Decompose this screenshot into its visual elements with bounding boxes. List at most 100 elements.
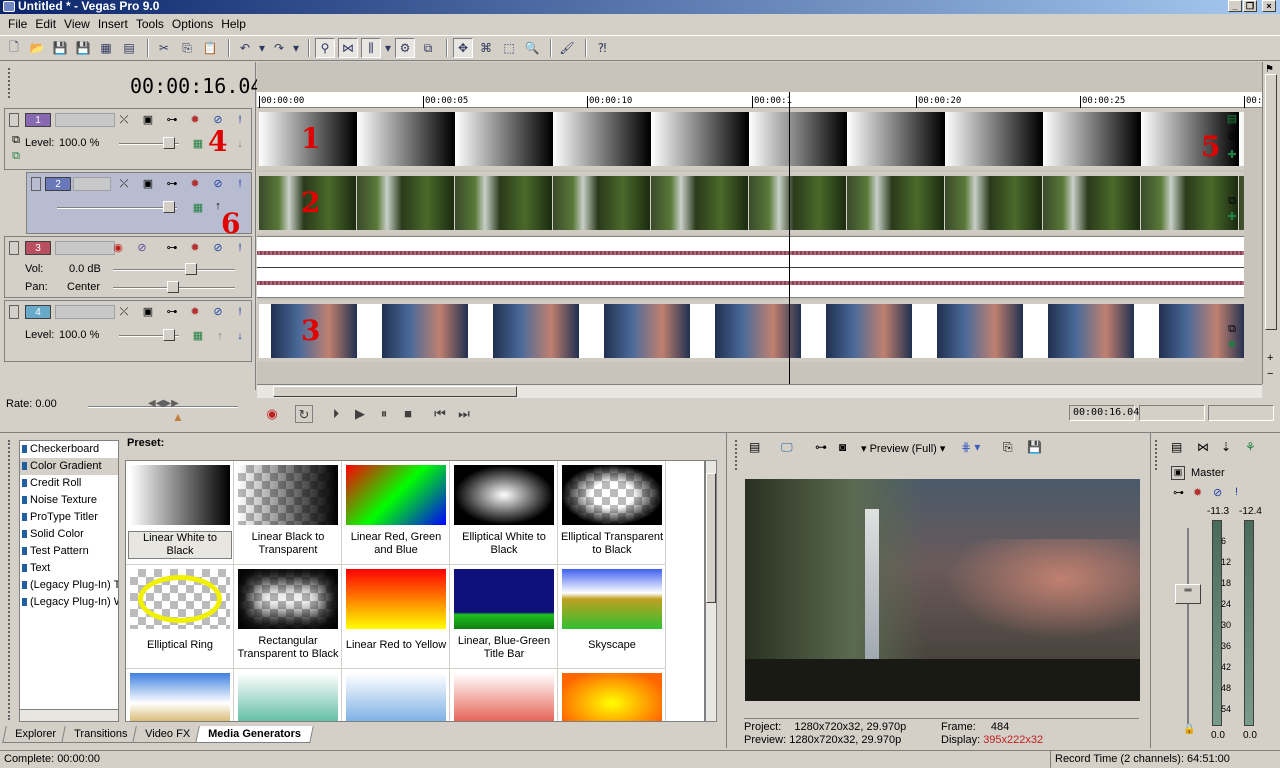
go-to-end-icon[interactable]: ⏭ [455, 405, 473, 423]
menu-help[interactable]: Help [217, 17, 250, 31]
grip-handle[interactable] [1155, 440, 1159, 470]
preset-cell[interactable]: Skyscape [558, 565, 666, 669]
generator-item[interactable]: (Legacy Plug-In) W [20, 594, 118, 611]
track-fx-icon[interactable]: ✹ [188, 113, 202, 127]
scroll-thumb[interactable] [706, 473, 716, 603]
generator-item[interactable]: Text [20, 560, 118, 577]
selection-length-field[interactable] [1208, 405, 1274, 421]
bus-fx-icon[interactable]: ⚘ [1245, 440, 1256, 454]
stop-icon[interactable]: ■ [399, 405, 417, 423]
normal-edit-tool-icon[interactable]: ✥ [453, 38, 473, 58]
compositing-mode-icon[interactable]: ▦ [191, 201, 205, 215]
open-folder-icon[interactable]: 📂 [27, 38, 47, 58]
zoom-edit-tool-icon[interactable]: 🔍 [522, 38, 542, 58]
track-name-field[interactable] [55, 113, 115, 127]
downmix-icon[interactable]: ⋈ [1197, 440, 1209, 454]
tab-transitions[interactable]: Transitions [61, 726, 141, 743]
menu-insert[interactable]: Insert [94, 17, 132, 31]
pan-crop-icon[interactable]: ⧉ [1225, 194, 1239, 208]
track-name-field[interactable] [73, 177, 111, 191]
undo-dropdown-icon[interactable]: ▾ [258, 38, 266, 58]
event-fx-icon[interactable]: ✚ [1225, 210, 1239, 224]
loop-playback-icon[interactable]: ↻ [295, 405, 313, 423]
timeline-horizontal-scrollbar[interactable] [257, 384, 1262, 398]
menu-view[interactable]: View [60, 17, 94, 31]
make-compositing-parent-icon[interactable]: ↑ [213, 329, 227, 343]
pan-slider-thumb[interactable] [167, 281, 179, 293]
zoom-out-icon[interactable]: − [1267, 368, 1273, 380]
play-from-start-icon[interactable]: ⏵ [327, 405, 345, 423]
track-lane-1[interactable]: 1 5 ▤ ⧉ ✚ [257, 108, 1244, 170]
close-button[interactable]: × [1262, 0, 1276, 12]
track-name-field[interactable] [55, 241, 115, 255]
mute-icon[interactable]: ⊘ [211, 241, 225, 255]
invert-phase-icon[interactable]: ⊘ [135, 241, 149, 255]
solo-icon[interactable]: ! [233, 177, 247, 191]
menu-file[interactable]: File [4, 17, 31, 31]
generated-media-icon[interactable]: ▤ [1225, 112, 1239, 126]
cut-icon[interactable]: ✂ [154, 38, 174, 58]
split-screen-icon[interactable]: ⊶ [815, 440, 827, 454]
preview-properties-icon[interactable]: ▤ [749, 440, 760, 454]
track-header-4[interactable]: 4 ⤫ ▣ ⊶ ✹ ⊘ ! Level: 100.0 % ▦ ↑ ↓ [4, 300, 252, 362]
ignore-grouping-icon[interactable]: ⧉ [418, 38, 438, 58]
zoom-in-icon[interactable]: + [1267, 352, 1273, 364]
track-motion-icon[interactable]: ⤫ [117, 113, 131, 127]
preset-cell[interactable]: Linear Black to Transparent [234, 461, 342, 565]
enable-snapping-icon[interactable]: ⚲ [315, 38, 335, 58]
compositing-mode-icon[interactable]: ▦ [191, 137, 205, 151]
timeline-vertical-scrollbar[interactable]: ⚑ + − [1262, 62, 1280, 384]
mute-icon[interactable]: ⊘ [211, 305, 225, 319]
grip-handle[interactable] [8, 440, 12, 720]
overlays-icon[interactable]: ⋕ ▾ [961, 440, 980, 454]
make-compositing-child-icon[interactable]: ↓ [233, 137, 247, 151]
track-minimize-icon[interactable] [31, 177, 41, 191]
preset-cell[interactable] [558, 669, 666, 721]
track-name-field[interactable] [55, 305, 115, 319]
ripple-dropdown-icon[interactable]: ▾ [384, 38, 392, 58]
scroll-thumb[interactable] [1265, 74, 1277, 330]
tab-media-generators[interactable]: Media Generators [195, 726, 315, 743]
preset-cell[interactable]: Linear Red, Green and Blue [342, 461, 450, 565]
external-monitor-icon[interactable]: 🖵 [781, 440, 793, 455]
grip-handle[interactable] [8, 68, 12, 98]
mute-icon[interactable]: ⊘ [211, 177, 225, 191]
properties-icon[interactable]: ▤ [119, 38, 139, 58]
track-io-icon[interactable]: ⊶ [165, 241, 179, 255]
scroll-thumb[interactable] [273, 386, 517, 397]
generator-item[interactable]: (Legacy Plug-In) T [20, 577, 118, 594]
video-output-fx-icon[interactable]: ◙ [839, 440, 846, 454]
solo-icon[interactable]: ! [233, 305, 247, 319]
generator-item[interactable]: ProType Titler [20, 509, 118, 526]
generator-item[interactable]: Credit Roll [20, 475, 118, 492]
track-minimize-icon[interactable] [9, 305, 19, 319]
generator-item[interactable]: Test Pattern [20, 543, 118, 560]
auto-crossfade-icon[interactable]: ⋈ [338, 38, 358, 58]
lock-icon[interactable]: 🔒 [1183, 724, 1195, 735]
sky-video-clip[interactable] [259, 304, 1244, 358]
preset-grid-scrollbar[interactable] [705, 460, 717, 722]
expand-keyframes-icon[interactable]: ⧉ [9, 133, 23, 147]
menu-edit[interactable]: Edit [31, 17, 60, 31]
preset-cell[interactable]: Elliptical Transparent to Black [558, 461, 666, 565]
save-snapshot-icon[interactable]: 💾 [1027, 440, 1042, 454]
new-file-icon[interactable]: 🗋 [4, 38, 24, 58]
selection-edit-tool-icon[interactable]: ⬚ [499, 38, 519, 58]
track-composite-icon[interactable]: ⊶ [165, 305, 179, 319]
track-composite-icon[interactable]: ⊶ [165, 177, 179, 191]
go-to-start-icon[interactable]: ⏮ [431, 405, 449, 423]
vegas-app-icon[interactable] [3, 1, 15, 12]
redo-dropdown-icon[interactable]: ▾ [292, 38, 300, 58]
paint-tool-icon[interactable]: 🖌 [557, 38, 577, 58]
preset-cell[interactable] [126, 669, 234, 721]
grip-handle[interactable] [735, 440, 739, 470]
parent-composite-icon[interactable]: ▣ [141, 177, 155, 191]
time-ruler[interactable]: 00:00:00 00:00:05 00:00:10 00:00:1 00:00… [257, 92, 1273, 108]
timeline-cursor[interactable] [789, 92, 790, 384]
track-motion-icon[interactable]: ⤫ [117, 305, 131, 319]
track-header-2[interactable]: 2 ⤫ ▣ ⊶ ✹ ⊘ ! ▦ ↑ 6 [26, 172, 252, 240]
master-fader-track[interactable] [1187, 528, 1189, 724]
arm-record-icon[interactable]: ◉ [111, 241, 125, 255]
generator-item[interactable]: Checkerboard [20, 441, 118, 458]
preset-cell[interactable]: Elliptical Ring [126, 565, 234, 669]
